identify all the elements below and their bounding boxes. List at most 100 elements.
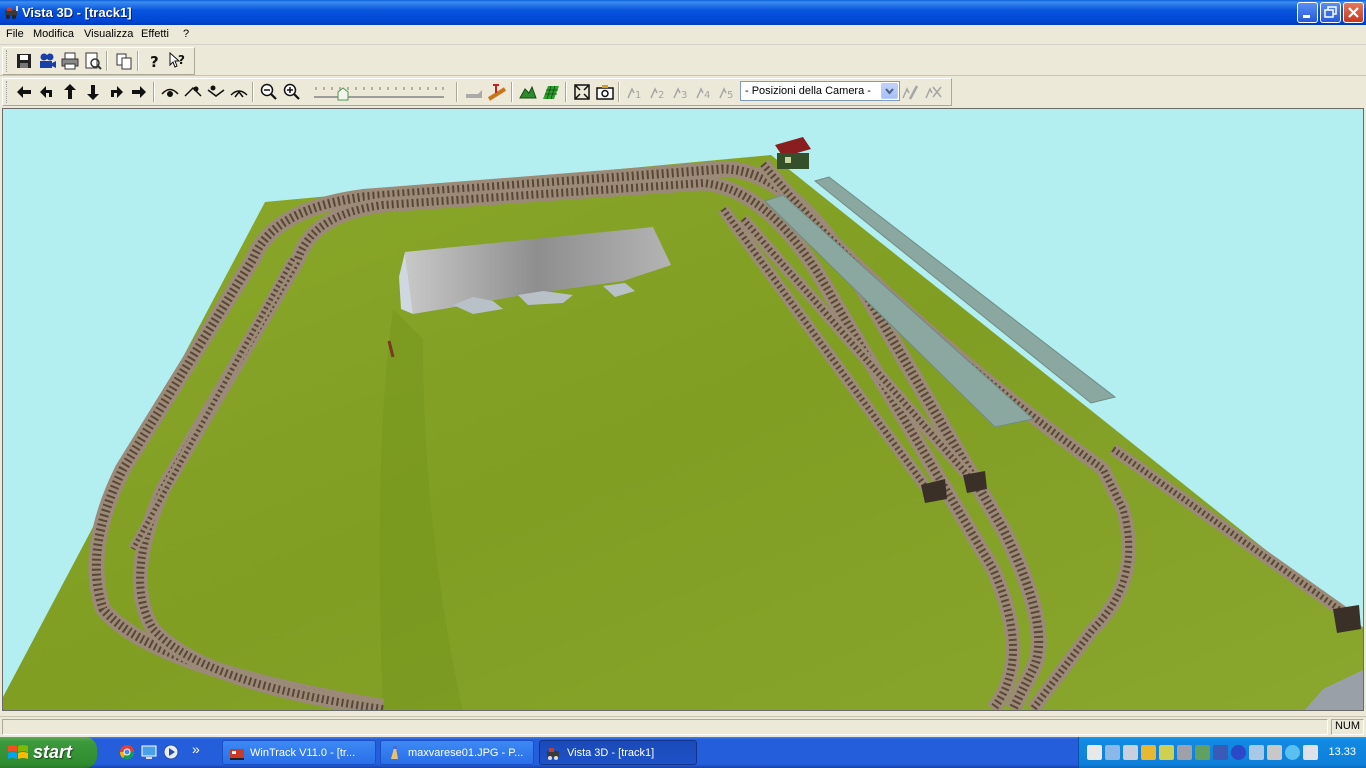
num-lock-indicator: NUM [1334,720,1360,732]
tilt-up-icon [184,86,202,97]
tray-search-icon[interactable] [1285,745,1300,760]
menu-file[interactable]: File [6,28,24,40]
3d-viewport[interactable] [2,108,1364,711]
tray-antivirus-icon[interactable] [1159,745,1174,760]
terrain-button[interactable] [517,81,539,103]
help-button[interactable]: ? [144,50,166,72]
tray-security-icon[interactable] [1141,745,1156,760]
tilt-down-icon [207,85,225,97]
restore-button[interactable] [1320,2,1341,23]
toolbar-separator [565,82,567,102]
camera-slot-icon: 4 [696,87,710,101]
tray-display-icon[interactable] [1105,745,1120,760]
toolbar-grip[interactable] [6,50,9,72]
camera-slot-icon: 5 [719,87,733,101]
menu-modifica[interactable]: Modifica [33,28,74,40]
task-image-viewer[interactable]: maxvarese01.JPG - P... [380,740,534,765]
menu-help[interactable]: ? [183,28,189,40]
signal-button[interactable] [486,81,508,103]
task-vista3d[interactable]: Vista 3D - [track1] [539,740,697,765]
minimize-button[interactable] [1297,2,1318,23]
start-label: start [33,742,73,762]
camera-film-button[interactable] [36,50,58,72]
start-button[interactable]: start [0,737,97,768]
rotate-left-button[interactable] [36,81,58,103]
tray-monitor-icon[interactable] [1267,745,1282,760]
grid-icon [543,85,559,100]
tray-update-icon[interactable] [1177,745,1192,760]
camera-positions-select[interactable]: - Posizioni della Camera - [740,81,900,101]
title-bar[interactable]: Vista 3D - [track1] [0,0,1366,25]
status-message-pane [2,719,1328,735]
camera-slot-3-button: 3 [670,81,692,103]
chrome-icon[interactable] [119,744,135,760]
media-player-icon[interactable] [163,744,179,760]
quicklaunch-overflow[interactable]: » [192,741,200,757]
tray-wireless-icon[interactable] [1249,745,1264,760]
zoom-in-button[interactable] [281,81,303,103]
svg-text:4: 4 [704,90,710,101]
move-up-button[interactable] [59,81,81,103]
svg-text:?: ? [150,53,159,71]
turn-left-icon [40,86,52,98]
zoom-out-button[interactable] [258,81,280,103]
svg-text:5: 5 [727,90,733,101]
paint-brush-icon [391,746,398,759]
station-building [775,137,811,169]
tray-bluetooth-icon[interactable] [1231,745,1246,760]
arrow-up-icon [64,84,76,99]
zoom-slider[interactable] [312,83,446,101]
desktop-icon[interactable] [141,744,157,760]
tilt-down-button[interactable] [205,81,227,103]
arrow-down-icon [87,85,99,100]
save-icon [17,54,31,68]
move-left-button[interactable] [13,81,35,103]
toolbar-separator [137,51,139,71]
orbit-view-button[interactable] [159,81,181,103]
snapshot-button[interactable] [594,81,616,103]
minimize-icon [1303,15,1310,18]
dropdown-arrow[interactable] [881,83,898,99]
restore-icon [1324,6,1337,18]
view-toolbar: 1 2 3 4 5 [0,77,1366,107]
context-help-button[interactable]: ? [167,50,189,72]
toolbar-separator [252,82,254,102]
printer-icon [61,52,79,70]
rotate-right-button[interactable] [105,81,127,103]
standard-toolbar: ? ? [0,46,1366,76]
tray-network-icon[interactable] [1087,745,1102,760]
camera-slot-2-button: 2 [647,81,669,103]
terrain-level-button [463,81,485,103]
tray-connection-icon[interactable] [1123,745,1138,760]
fit-view-button[interactable] [571,81,593,103]
wintrack-icon [230,749,244,760]
move-right-button[interactable] [128,81,150,103]
toolbar-grip[interactable] [6,81,9,103]
tray-tool-icon[interactable] [1195,745,1210,760]
save-camera-position-button [899,81,921,103]
toolbar-separator [511,82,513,102]
tilt-up-button[interactable] [182,81,204,103]
window-title: Vista 3D - [track1] [22,5,132,20]
tray-usb-icon[interactable] [1213,745,1228,760]
zoom-in-icon [283,83,300,100]
close-button[interactable] [1343,2,1364,23]
fit-view-icon [574,84,590,100]
save-button[interactable] [13,50,35,72]
view-reset-button[interactable] [228,81,250,103]
arrow-left-icon [17,86,31,98]
tray-keyboard-icon[interactable] [1303,745,1318,760]
task-label: Vista 3D - [track1] [567,747,655,759]
menu-bar: File Modifica Visualizza Effetti ? [0,25,1366,45]
grid-button[interactable] [540,81,562,103]
app-icon [5,6,18,19]
menu-visualizza[interactable]: Visualizza [84,28,133,40]
move-down-button[interactable] [82,81,104,103]
copy-button[interactable] [113,50,135,72]
task-wintrack[interactable]: WinTrack V11.0 - [tr... [222,740,376,765]
menu-effetti[interactable]: Effetti [141,28,169,40]
print-preview-button[interactable] [82,50,104,72]
clock[interactable]: 13.33 [1328,746,1356,758]
print-button[interactable] [59,50,81,72]
orbit-icon [161,88,179,97]
